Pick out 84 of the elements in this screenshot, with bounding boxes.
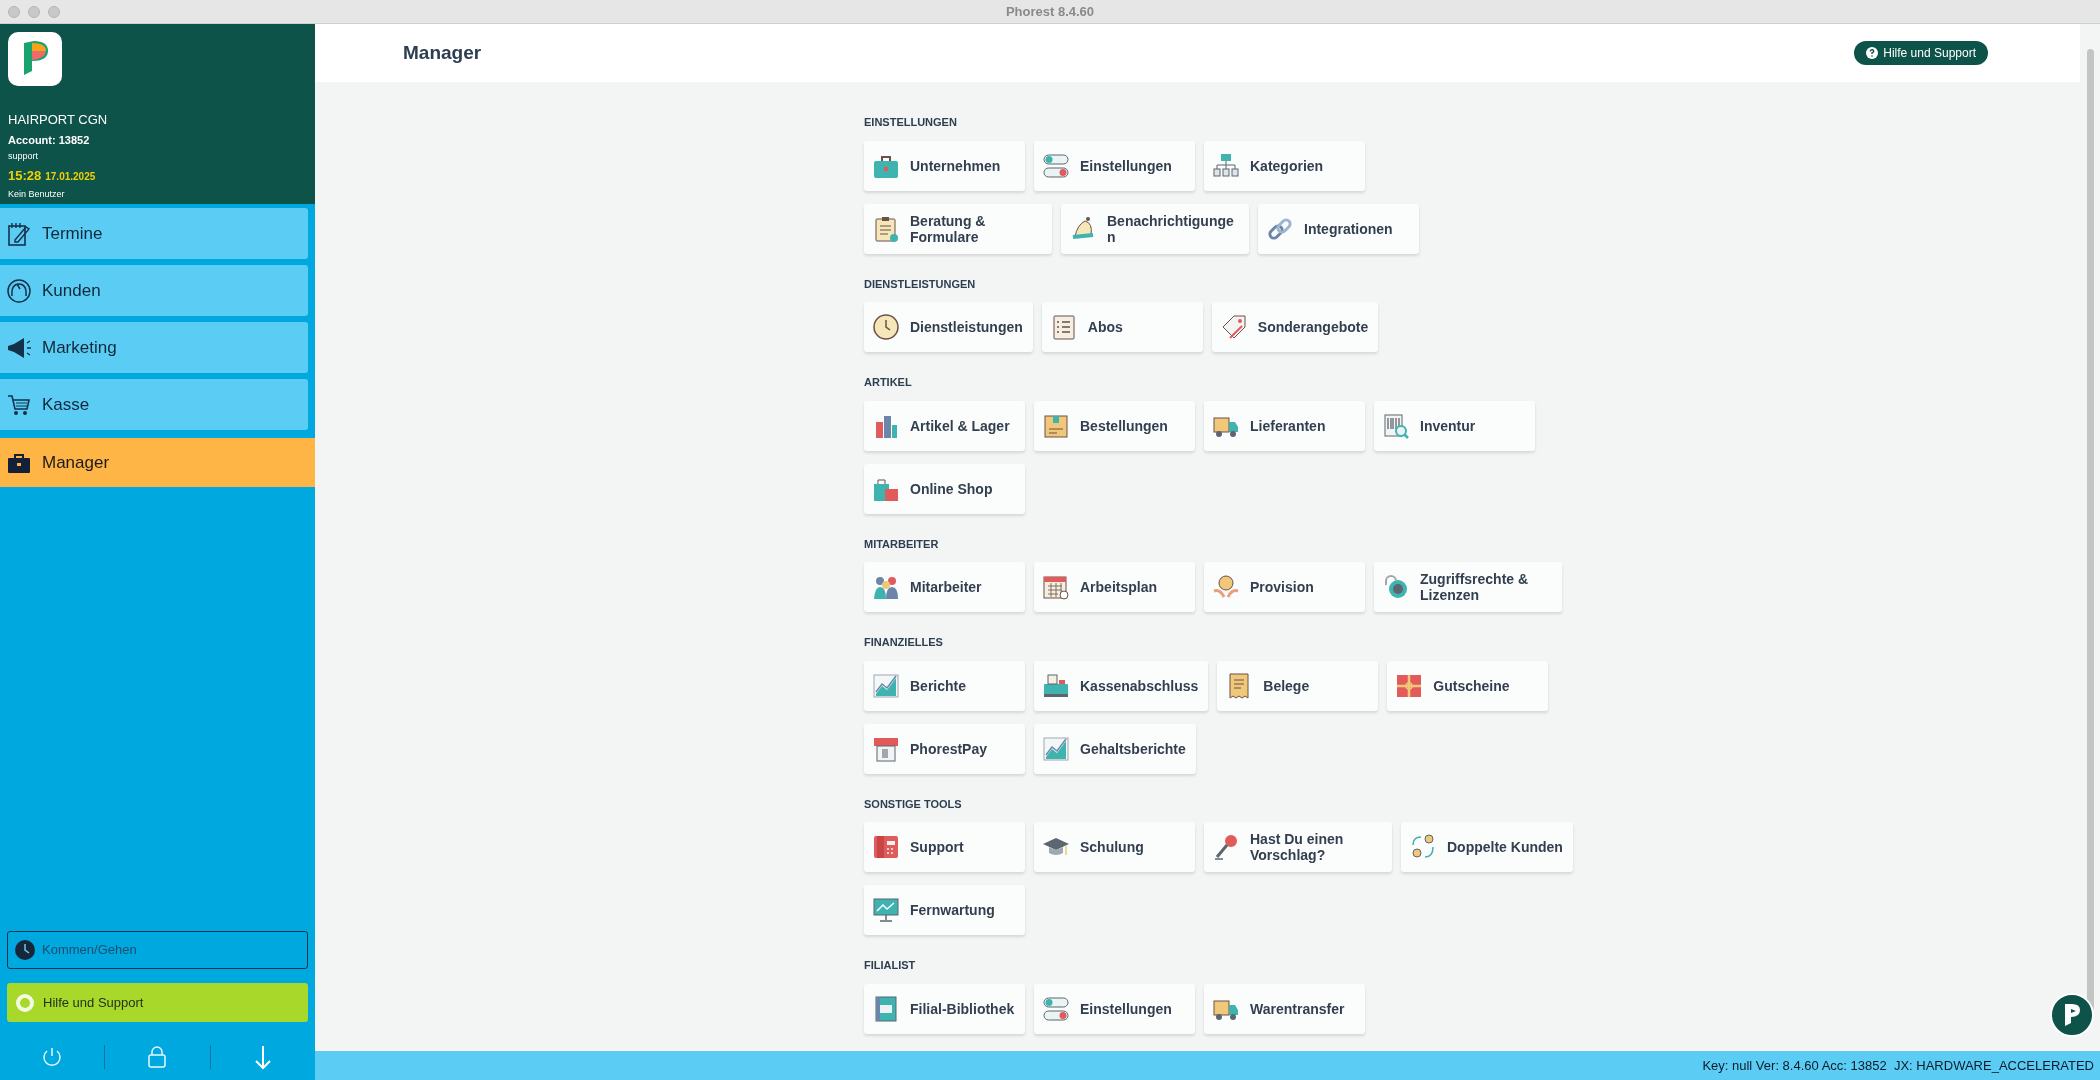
barcode-magnifier-icon bbox=[1382, 411, 1410, 440]
manager-tile[interactable]: Einstellungen bbox=[1034, 983, 1195, 1034]
manager-tile[interactable]: Gutscheine bbox=[1387, 660, 1549, 711]
monitor-icon bbox=[872, 896, 900, 924]
manager-tile[interactable]: Mitarbeiter bbox=[864, 562, 1025, 612]
staff-status: Kein Benutzer bbox=[8, 188, 66, 201]
manager-tile[interactable]: Provision bbox=[1204, 562, 1365, 612]
section-heading: SONSTIGE TOOLS bbox=[864, 796, 962, 812]
manager-tile[interactable]: Benachrichtigungen bbox=[1061, 203, 1249, 254]
manager-tile[interactable]: Doppelte Kunden bbox=[1401, 822, 1573, 872]
manager-tile[interactable]: Unternehmen bbox=[864, 140, 1025, 191]
clipboard-icon bbox=[872, 214, 900, 243]
manager-tile[interactable]: PhorestPay bbox=[864, 723, 1025, 774]
manager-tile[interactable]: Gehaltsberichte bbox=[1034, 723, 1196, 774]
manager-tile[interactable]: Sonderangebote bbox=[1211, 302, 1379, 352]
manager-tile[interactable]: Bestellungen bbox=[1034, 400, 1195, 451]
nav-item[interactable]: Kunden bbox=[0, 265, 308, 316]
manager-tile[interactable]: Filial-Bibliothek bbox=[864, 983, 1025, 1034]
maximize-window-icon[interactable] bbox=[48, 5, 60, 18]
line-chart-icon bbox=[1042, 734, 1070, 763]
toggle-switch-icon bbox=[1042, 994, 1070, 1023]
line-chart-icon bbox=[872, 671, 900, 700]
microphone-icon bbox=[1212, 833, 1240, 861]
manager-tile[interactable]: Artikel & Lager bbox=[864, 400, 1025, 451]
padlock-icon bbox=[1382, 573, 1410, 601]
people-arrows-icon bbox=[1409, 833, 1437, 861]
manager-tile[interactable]: Belege bbox=[1217, 660, 1379, 711]
section-heading: DIENSTLEISTUNGEN bbox=[864, 276, 976, 292]
logo-icon bbox=[8, 32, 62, 86]
nav-item[interactable]: Termine bbox=[0, 208, 308, 259]
manager-tile[interactable]: Einstellungen bbox=[1034, 140, 1195, 191]
salon-name: HAIRPORT CGN bbox=[8, 111, 109, 129]
close-window-icon[interactable] bbox=[8, 5, 20, 18]
telephone-icon bbox=[872, 833, 900, 861]
lock-icon[interactable] bbox=[146, 1045, 169, 1069]
manager-tile[interactable]: Zugriffsrechte & Lizenzen bbox=[1374, 562, 1562, 612]
phorest-chat-button[interactable] bbox=[2050, 993, 2094, 1037]
section-heading: FINANZIELLES bbox=[864, 635, 943, 650]
help-support-button[interactable]: Hilfe und Support bbox=[1854, 41, 1988, 65]
nav-item[interactable]: Manager bbox=[0, 438, 315, 487]
section-heading: EINSTELLUNGEN bbox=[864, 115, 957, 130]
logo-icon bbox=[2062, 1002, 2082, 1028]
manager-tile[interactable]: Abos bbox=[1041, 302, 1203, 352]
section-heading: MITARBEITER bbox=[864, 536, 939, 552]
manager-tile[interactable]: Integrationen bbox=[1258, 203, 1419, 254]
manager-tile[interactable]: Dienstleistungen bbox=[864, 302, 1033, 352]
notepad-icon bbox=[6, 220, 32, 247]
hierarchy-icon bbox=[1212, 151, 1240, 180]
manager-tile[interactable]: Arbeitsplan bbox=[1034, 562, 1195, 612]
toggle-switch-icon bbox=[1042, 151, 1070, 180]
manager-tile[interactable]: Online Shop bbox=[864, 463, 1025, 514]
calendar-icon bbox=[1042, 573, 1070, 601]
account-number: Account: 13852 bbox=[8, 132, 91, 148]
arrow-down-icon[interactable] bbox=[252, 1044, 273, 1070]
nav-item[interactable]: Marketing bbox=[0, 322, 308, 373]
manager-tile[interactable]: Beratung & Formulare bbox=[864, 203, 1052, 254]
manager-tile[interactable]: Kassenabschluss bbox=[1034, 660, 1209, 711]
scrollbar[interactable] bbox=[2086, 49, 2094, 1011]
section-heading: FILIALIST bbox=[864, 958, 916, 973]
manager-tile[interactable]: Kategorien bbox=[1204, 140, 1365, 191]
lifebuoy-icon bbox=[15, 992, 35, 1013]
manager-tile[interactable]: Inventur bbox=[1374, 400, 1535, 451]
manager-tile[interactable]: Schulung bbox=[1034, 822, 1195, 872]
clock-date: 17.01.2025 bbox=[45, 169, 96, 184]
window-title: Phorest 8.4.60 bbox=[1005, 2, 1095, 21]
clock-icon bbox=[14, 939, 36, 961]
user-name: support bbox=[8, 150, 40, 163]
manager-tile[interactable]: Hast Du einen Vorschlag? bbox=[1204, 822, 1392, 872]
manager-tile[interactable]: Berichte bbox=[864, 660, 1025, 711]
manager-tile[interactable]: Fernwartung bbox=[864, 885, 1025, 935]
help-icon bbox=[1866, 47, 1879, 59]
minimize-window-icon[interactable] bbox=[28, 5, 40, 18]
page-title: Manager bbox=[403, 40, 482, 65]
manager-tile[interactable]: Support bbox=[864, 822, 1025, 872]
help-support-button[interactable]: Hilfe und Support bbox=[7, 983, 308, 1022]
manager-tile[interactable]: Lieferanten bbox=[1204, 400, 1365, 451]
manager-tile[interactable]: Warentransfer bbox=[1204, 983, 1365, 1034]
section-heading: ARTIKEL bbox=[864, 375, 912, 390]
clock-time: 15:28 bbox=[8, 166, 42, 185]
cash-register-icon bbox=[1042, 671, 1070, 700]
clock-icon bbox=[872, 313, 900, 341]
nav-item[interactable]: Kasse bbox=[0, 379, 308, 430]
book-icon bbox=[872, 994, 900, 1023]
status-text: Key: null Ver: 8.4.60 Acc: 13852 JX: HARDWARE_ACCELERATED bbox=[1702, 1056, 2094, 1075]
